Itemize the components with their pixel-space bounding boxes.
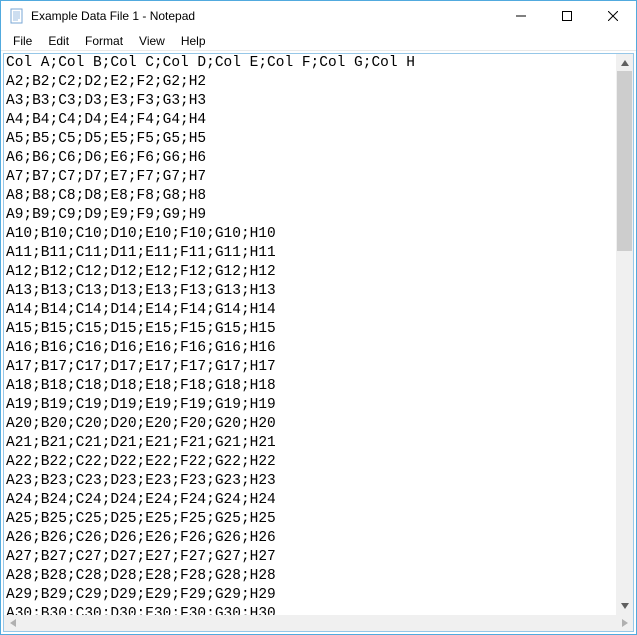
titlebar[interactable]: Example Data File 1 - Notepad	[1, 1, 636, 31]
window-title: Example Data File 1 - Notepad	[31, 9, 195, 23]
menu-file[interactable]: File	[5, 33, 40, 49]
menubar: File Edit Format View Help	[1, 31, 636, 50]
notepad-window: Example Data File 1 - Notepad File Edit …	[0, 0, 637, 635]
horizontal-scrollbar[interactable]	[4, 615, 633, 631]
text-content[interactable]: Col A;Col B;Col C;Col D;Col E;Col F;Col …	[4, 54, 616, 615]
scroll-down-icon[interactable]	[616, 598, 633, 615]
maximize-button[interactable]	[544, 1, 590, 31]
horizontal-scroll-track[interactable]	[21, 615, 616, 631]
scroll-left-icon[interactable]	[4, 615, 21, 631]
editor: Col A;Col B;Col C;Col D;Col E;Col F;Col …	[4, 54, 633, 615]
menu-edit[interactable]: Edit	[40, 33, 77, 49]
close-button[interactable]	[590, 1, 636, 31]
notepad-icon	[9, 8, 25, 24]
minimize-button[interactable]	[498, 1, 544, 31]
window-controls	[498, 1, 636, 31]
menu-help[interactable]: Help	[173, 33, 214, 49]
scroll-up-icon[interactable]	[616, 54, 633, 71]
menu-format[interactable]: Format	[77, 33, 131, 49]
scroll-right-icon[interactable]	[616, 615, 633, 631]
vertical-scroll-track[interactable]	[616, 71, 633, 598]
editor-area: Col A;Col B;Col C;Col D;Col E;Col F;Col …	[1, 50, 636, 634]
menu-view[interactable]: View	[131, 33, 173, 49]
vertical-scroll-thumb[interactable]	[617, 71, 632, 251]
vertical-scrollbar[interactable]	[616, 54, 633, 615]
